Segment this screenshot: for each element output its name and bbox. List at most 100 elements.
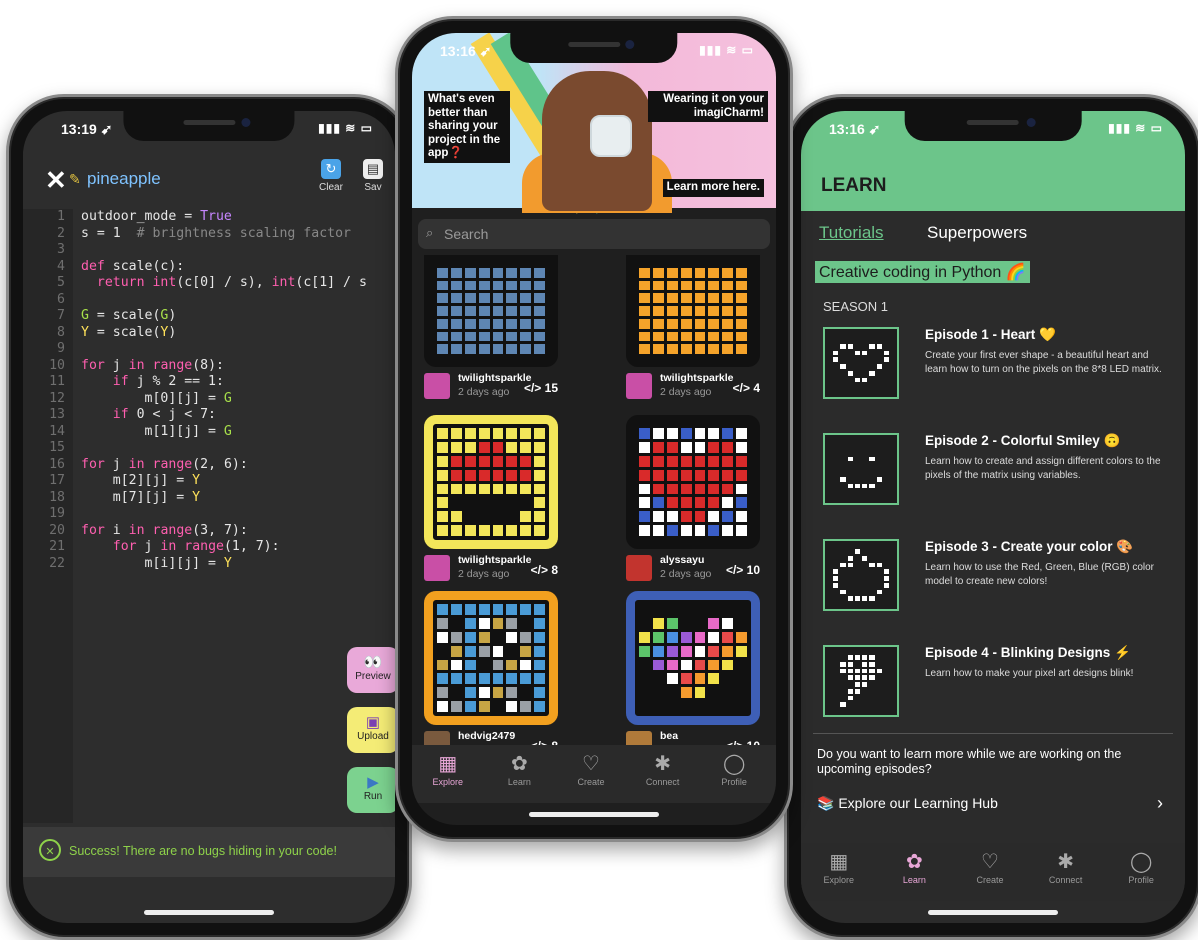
code-line: m[2][j] = Y — [81, 473, 201, 488]
episode-thumbnail — [823, 433, 899, 505]
avatar[interactable] — [626, 555, 652, 581]
line-number: 17 — [49, 473, 65, 488]
username[interactable]: hedvig2479 — [458, 730, 515, 742]
pixel-art-preview[interactable] — [626, 255, 760, 367]
run-button[interactable]: ▶ Run — [347, 767, 395, 813]
search-input[interactable]: ⌕ Search — [418, 219, 770, 249]
tab-learn[interactable]: ✿ Learn — [489, 751, 549, 787]
tab-explore[interactable]: ▦ Explore — [809, 849, 869, 885]
tab-create[interactable]: ♡ Create — [561, 751, 621, 787]
line-number: 13 — [49, 407, 65, 422]
project-card[interactable]: twilightsparkle 2 days ago </> 4 — [626, 255, 760, 407]
username[interactable]: twilightsparkle — [458, 554, 532, 566]
bug-icon: ✕ — [39, 839, 61, 861]
hero-cta[interactable]: Learn more here. — [662, 179, 764, 197]
status-time: 13:16 ➹ — [829, 121, 881, 137]
status-icons: ▮▮▮ ≋ ▭ — [318, 121, 373, 135]
pixel-art-preview[interactable] — [626, 591, 760, 725]
person-icon: ◯ — [1129, 851, 1153, 873]
learn-screen: LEARN 13:16 ➹ ▮▮▮ ≋ ▭ Tutorials Superpow… — [801, 111, 1185, 923]
tab-bar: ▦ Explore ✿ Learn ♡ Create ✱ Connect ◯ Profile — [801, 843, 1185, 901]
code-line: m[i][j] = Y — [81, 555, 232, 571]
line-number: 3 — [57, 242, 65, 257]
episode-title: Episode 4 - Blinking Designs ⚡ — [925, 645, 1131, 660]
code-line: for j in range(1, 7): — [112, 539, 280, 554]
code-lines[interactable]: outdoor_mode = True s = 1 # brightness sc… — [81, 209, 395, 572]
upload-button[interactable]: ▣ Upload — [347, 707, 395, 753]
card-meta: twilightsparkle 2 days ago </> 4 — [626, 371, 760, 407]
line-number: 2 — [57, 225, 65, 241]
project-card[interactable]: twilightsparkle 2 days ago </> 8 — [424, 415, 558, 589]
username[interactable]: bea — [660, 730, 678, 742]
pixel-art-preview[interactable] — [424, 415, 558, 549]
remix-count[interactable]: </> 8 — [531, 563, 558, 577]
page-title: LEARN — [821, 175, 887, 196]
preview-button[interactable]: 👀 Preview — [347, 647, 395, 693]
code-editor-screen: 13:19 ➹ ▮▮▮ ≋ ▭ ✕ ✎ pineapple ↻ Clear ▤ … — [23, 111, 395, 923]
code-line: outdoor_mode = True — [81, 209, 232, 224]
project-card[interactable]: twilightsparkle 2 days ago </> 15 — [424, 255, 558, 407]
line-number: 11 — [49, 374, 65, 389]
phone-learn: LEARN 13:16 ➹ ▮▮▮ ≋ ▭ Tutorials Superpow… — [784, 94, 1198, 940]
episode-card[interactable]: Episode 4 - Blinking Designs ⚡ Learn how … — [823, 645, 1173, 725]
status-icons: ▮▮▮ ≋ ▭ — [699, 43, 754, 57]
pixel-art-preview[interactable] — [424, 255, 558, 367]
tab-profile[interactable]: ◯ Profile — [704, 751, 764, 787]
clear-button[interactable]: ↻ Clear — [319, 159, 343, 193]
pineapple-icon: ✎ — [69, 171, 81, 187]
tab-create[interactable]: ♡ Create — [960, 849, 1020, 885]
username[interactable]: alyssayu — [660, 554, 704, 566]
timestamp: 2 days ago — [458, 386, 510, 398]
status-icons: ▮▮▮ ≋ ▭ — [1108, 121, 1163, 135]
project-card[interactable]: alyssayu 2 days ago </> 10 — [626, 415, 760, 589]
code-line: s = 1 # brightness scaling factor — [81, 225, 351, 241]
code-line: return int(c[0] / s), int(c[1] / s — [96, 275, 367, 290]
tab-tutorials[interactable]: Tutorials — [819, 223, 884, 243]
line-number-gutter: 1 2 3 4 5 6 7 8 9 10 11 12 13 14 15 16 17 18 19 20 21 22 — [23, 209, 73, 823]
tab-superpowers[interactable]: Superpowers — [927, 223, 1027, 243]
tab-learn[interactable]: ✿ Learn — [884, 849, 944, 885]
tab-profile[interactable]: ◯ Profile — [1111, 849, 1171, 885]
avatar[interactable] — [424, 555, 450, 581]
episode-card[interactable]: Episode 3 - Create your color 🎨 Learn how… — [823, 539, 1173, 619]
username[interactable]: twilightsparkle — [458, 372, 532, 384]
episode-description: Learn how to make your pixel art designs… — [925, 668, 1134, 679]
line-number: 12 — [49, 390, 65, 406]
pixel-art-preview[interactable] — [424, 591, 558, 725]
episode-card[interactable]: Episode 2 - Colorful Smiley 🙃 Learn how t… — [823, 433, 1173, 513]
save-button[interactable]: ▤ Sav — [363, 159, 383, 193]
project-name[interactable]: pineapple — [87, 169, 161, 189]
line-number: 1 — [57, 209, 65, 224]
code-area[interactable]: 1 2 3 4 5 6 7 8 9 10 11 12 13 14 15 16 17 18 19 20 21 22 outd… — [23, 209, 395, 823]
tab-explore[interactable]: ▦ Explore — [418, 751, 478, 787]
line-number: 20 — [49, 522, 65, 538]
remix-count[interactable]: </> 15 — [524, 381, 558, 395]
play-icon: ▶ — [367, 774, 379, 791]
tab-connect[interactable]: ✱ Connect — [633, 751, 693, 787]
episode-title: Episode 1 - Heart 💛 — [925, 327, 1056, 342]
line-number: 16 — [49, 456, 65, 472]
username[interactable]: twilightsparkle — [660, 372, 734, 384]
imagicharm-image — [590, 115, 632, 157]
learning-hub-link[interactable]: 📚 Explore our Learning Hub › — [817, 793, 1169, 813]
tab-connect[interactable]: ✱ Connect — [1036, 849, 1096, 885]
project-card[interactable]: bea2 days ago</> 10 — [626, 591, 760, 765]
refresh-icon: ↻ — [320, 159, 341, 179]
episode-card[interactable]: Episode 1 - Heart 💛 Create your first eve… — [823, 327, 1173, 407]
remix-count[interactable]: </> 10 — [726, 563, 760, 577]
season-label: SEASON 1 — [823, 299, 889, 314]
avatar[interactable] — [626, 373, 652, 399]
code-line: for i in range(3, 7): — [81, 522, 248, 538]
pixel-art-preview[interactable] — [626, 415, 760, 549]
person-icon: ◯ — [722, 753, 746, 775]
timestamp: 2 days ago — [660, 568, 712, 580]
episode-description: Create your first ever shape - a beautif… — [925, 350, 1162, 375]
remix-count[interactable]: </> 4 — [733, 381, 760, 395]
avatar[interactable] — [424, 373, 450, 399]
close-icon[interactable]: ✕ — [45, 167, 67, 193]
line-number: 18 — [49, 489, 65, 505]
heart-code-icon: ♡ — [981, 851, 999, 873]
project-card[interactable]: hedvig24792 days ago</> 8 — [424, 591, 558, 765]
